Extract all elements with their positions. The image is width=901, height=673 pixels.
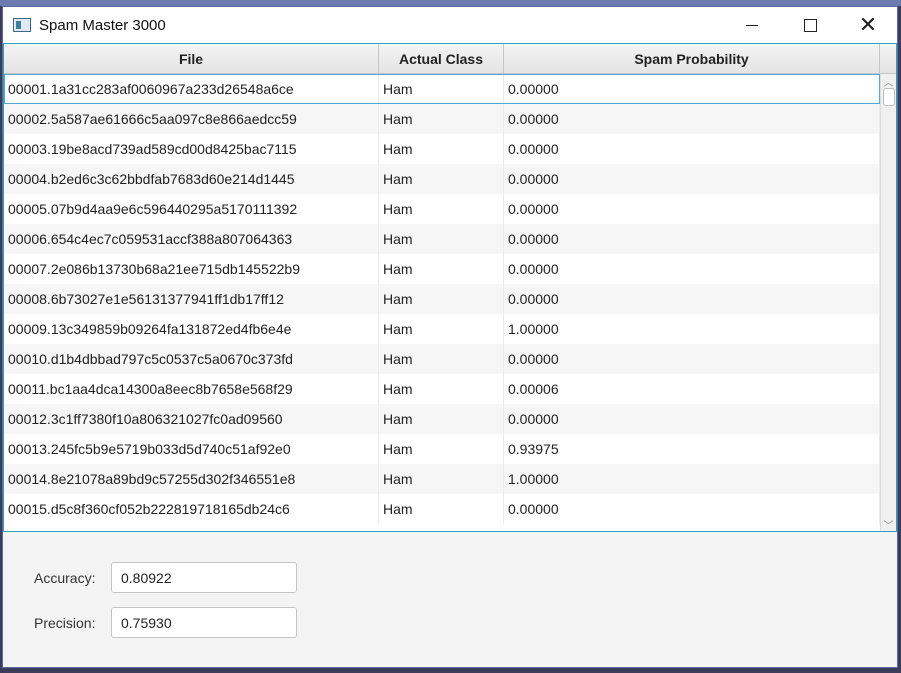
cell-actual-class: Ham: [379, 284, 504, 314]
cell-actual-class: Ham: [379, 374, 504, 404]
cell-file: 00012.3c1ff7380f10a806321027fc0ad09560: [4, 404, 379, 434]
cell-spam-probability: 1.00000: [504, 314, 880, 344]
table-header-corner: [880, 44, 896, 74]
cell-actual-class: Ham: [379, 134, 504, 164]
precision-field[interactable]: 0.75930: [111, 607, 297, 638]
cell-actual-class: Ham: [379, 164, 504, 194]
cell-file: 00005.07b9d4aa9e6c596440295a5170111392: [4, 194, 379, 224]
cell-spam-probability: 0.00006: [504, 374, 880, 404]
cell-file: 00001.1a31cc283af0060967a233d26548a6ce: [4, 74, 379, 104]
scrollbar-thumb[interactable]: [882, 88, 895, 106]
table-row[interactable]: 00002.5a587ae61666c5aa097c8e866aedcc59 Ha…: [4, 104, 880, 134]
cell-spam-probability: 0.00000: [504, 344, 880, 374]
table-row[interactable]: 00006.654c4ec7c059531accf388a807064363 Ha…: [4, 224, 880, 254]
table-row[interactable]: 00011.bc1aa4dca14300a8eec8b7658e568f29 Ha…: [4, 374, 880, 404]
cell-spam-probability: 0.00000: [504, 284, 880, 314]
table-row[interactable]: 00010.d1b4dbbad797c5c0537c5a0670c373fd Ha…: [4, 344, 880, 374]
cell-file: 00006.654c4ec7c059531accf388a807064363: [4, 224, 379, 254]
table-row[interactable]: 00007.2e086b13730b68a21ee715db145522b9 Ha…: [4, 254, 880, 284]
window-controls: ✕: [723, 7, 897, 43]
cell-file: 00015.d5c8f360cf052b222819718165db24c6: [4, 494, 379, 524]
cell-file: 00010.d1b4dbbad797c5c0537c5a0670c373fd: [4, 344, 379, 374]
cell-spam-probability: 0.00000: [504, 134, 880, 164]
stats-panel: Accuracy: 0.80922 Precision: 0.75930: [3, 533, 897, 669]
cell-actual-class: Ham: [379, 344, 504, 374]
app-window: Spam Master 3000 ✕ File Actual Class Spa…: [2, 6, 898, 668]
cell-spam-probability: 0.00000: [504, 104, 880, 134]
close-icon[interactable]: ✕: [839, 7, 897, 43]
cell-file: 00009.13c349859b09264fa131872ed4fb6e4e: [4, 314, 379, 344]
table-row[interactable]: 00015.d5c8f360cf052b222819718165db24c6 Ha…: [4, 494, 880, 524]
app-window-icon: [13, 18, 31, 32]
cell-spam-probability: 0.00000: [504, 74, 880, 104]
cell-file: 00002.5a587ae61666c5aa097c8e866aedcc59: [4, 104, 379, 134]
cell-file: 00008.6b73027e1e56131377941ff1db17ff12: [4, 284, 379, 314]
cell-spam-probability: 0.00000: [504, 194, 880, 224]
cell-actual-class: Ham: [379, 74, 504, 104]
cell-spam-probability: 0.00000: [504, 164, 880, 194]
cell-file: 00014.8e21078a89bd9c57255d302f346551e8: [4, 464, 379, 494]
precision-row: Precision: 0.75930: [34, 607, 297, 638]
column-header-actual-class[interactable]: Actual Class: [379, 44, 504, 73]
table-row[interactable]: 00004.b2ed6c3c62bbdfab7683d60e214d1445 Ha…: [4, 164, 880, 194]
window-title: Spam Master 3000: [39, 16, 166, 34]
cell-spam-probability: 0.93975: [504, 434, 880, 464]
cell-spam-probability: 0.00000: [504, 254, 880, 284]
table-row[interactable]: 00003.19be8acd739ad589cd00d8425bac7115 Ha…: [4, 134, 880, 164]
table-row[interactable]: 00008.6b73027e1e56131377941ff1db17ff12 Ha…: [4, 284, 880, 314]
table-row[interactable]: 00013.245fc5b9e5719b033d5d740c51af92e0 Ha…: [4, 434, 880, 464]
cell-spam-probability: 0.00000: [504, 404, 880, 434]
precision-label: Precision:: [34, 614, 96, 631]
cell-actual-class: Ham: [379, 314, 504, 344]
cell-actual-class: Ham: [379, 464, 504, 494]
accuracy-field[interactable]: 0.80922: [111, 562, 297, 593]
cell-file: 00013.245fc5b9e5719b033d5d740c51af92e0: [4, 434, 379, 464]
table-row[interactable]: 00005.07b9d4aa9e6c596440295a5170111392 Ha…: [4, 194, 880, 224]
column-header-spam-probability[interactable]: Spam Probability: [504, 44, 880, 73]
title-bar[interactable]: Spam Master 3000 ✕: [3, 7, 897, 43]
cell-spam-probability: 0.00000: [504, 224, 880, 254]
accuracy-label: Accuracy:: [34, 569, 96, 586]
scroll-down-icon[interactable]: ﹀: [881, 517, 896, 532]
cell-spam-probability: 0.00000: [504, 494, 880, 524]
cell-file: 00003.19be8acd739ad589cd00d8425bac7115: [4, 134, 379, 164]
results-table[interactable]: File Actual Class Spam Probability 00001…: [3, 43, 897, 532]
minimize-icon[interactable]: [723, 7, 781, 43]
cell-actual-class: Ham: [379, 254, 504, 284]
table-row[interactable]: 00009.13c349859b09264fa131872ed4fb6e4e Ha…: [4, 314, 880, 344]
maximize-icon[interactable]: [781, 7, 839, 43]
cell-actual-class: Ham: [379, 434, 504, 464]
cell-spam-probability: 1.00000: [504, 464, 880, 494]
accuracy-row: Accuracy: 0.80922: [34, 562, 297, 593]
cell-file: 00004.b2ed6c3c62bbdfab7683d60e214d1445: [4, 164, 379, 194]
table-row[interactable]: 00012.3c1ff7380f10a806321027fc0ad09560 Ha…: [4, 404, 880, 434]
cell-actual-class: Ham: [379, 494, 504, 524]
vertical-scrollbar[interactable]: ︿ ﹀: [880, 74, 896, 532]
scroll-up-icon[interactable]: ︿: [881, 74, 896, 89]
table-body: 00001.1a31cc283af0060967a233d26548a6ce Ha…: [4, 74, 880, 531]
cell-actual-class: Ham: [379, 224, 504, 254]
cell-file: 00011.bc1aa4dca14300a8eec8b7658e568f29: [4, 374, 379, 404]
cell-file: 00007.2e086b13730b68a21ee715db145522b9: [4, 254, 379, 284]
table-header: File Actual Class Spam Probability: [4, 44, 880, 74]
table-row[interactable]: 00001.1a31cc283af0060967a233d26548a6ce Ha…: [4, 74, 880, 104]
cell-actual-class: Ham: [379, 104, 504, 134]
cell-actual-class: Ham: [379, 194, 504, 224]
column-header-file[interactable]: File: [4, 44, 379, 73]
cell-actual-class: Ham: [379, 404, 504, 434]
table-row[interactable]: 00014.8e21078a89bd9c57255d302f346551e8 Ha…: [4, 464, 880, 494]
